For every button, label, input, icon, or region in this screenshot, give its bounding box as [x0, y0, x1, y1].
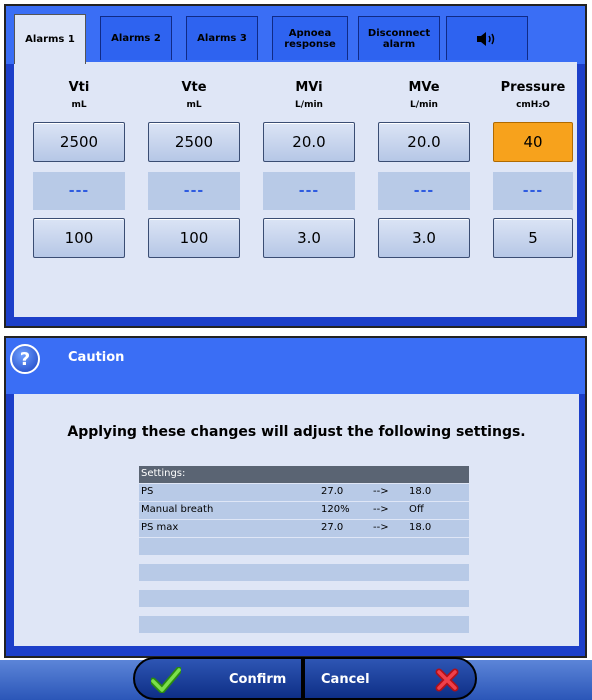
mve-high-limit-button[interactable]: 20.0 — [378, 122, 470, 162]
dialog-body: Applying these changes will adjust the f… — [14, 394, 579, 646]
setting-old-value: 27.0 — [321, 486, 344, 497]
column-name: MVe — [408, 80, 440, 95]
pressure-current-value: --- — [493, 172, 573, 210]
vti-low-limit-button[interactable]: 100 — [33, 218, 125, 258]
vte-current-value: --- — [148, 172, 240, 210]
mvi-low-limit-button[interactable]: 3.0 — [263, 218, 355, 258]
tab-sound[interactable] — [446, 16, 528, 60]
mve-low-limit-button[interactable]: 3.0 — [378, 218, 470, 258]
settings-header-label: Settings: — [141, 468, 186, 479]
confirm-cancel-group: Confirm Cancel — [133, 657, 477, 700]
settings-table-header: Settings: — [139, 466, 469, 483]
confirm-button[interactable]: Confirm — [133, 657, 303, 700]
setting-old-value: 120% — [321, 504, 350, 515]
tab-label: Apnoea response — [284, 27, 336, 50]
tab-label: Alarms 1 — [25, 34, 75, 45]
settings-row-empty — [139, 590, 469, 607]
vte-low-limit-button[interactable]: 100 — [148, 218, 240, 258]
cancel-label: Cancel — [321, 672, 370, 687]
setting-arrow: --> — [373, 522, 389, 533]
tab-label: Disconnect alarm — [367, 27, 431, 50]
settings-row: Manual breath 120% --> Off — [139, 502, 469, 519]
mvi-current-value: --- — [263, 172, 355, 210]
setting-name: Manual breath — [141, 504, 214, 515]
cancel-button[interactable]: Cancel — [303, 657, 477, 700]
tab-apnoea-response[interactable]: Apnoea response — [272, 16, 348, 60]
tab-label: Alarms 2 — [111, 33, 161, 44]
settings-table: Settings: PS 27.0 --> 18.0 Manual breath… — [139, 466, 469, 634]
column-unit: L/min — [410, 100, 438, 110]
help-icon: ? — [10, 344, 40, 374]
close-icon — [435, 668, 459, 696]
setting-arrow: --> — [373, 504, 389, 515]
column-name: Vti — [68, 80, 90, 95]
column-unit: mL — [186, 100, 202, 110]
confirm-label: Confirm — [229, 672, 287, 687]
caution-dialog: ? Caution Applying these changes will ad… — [4, 336, 587, 658]
dialog-header: ? Caution — [6, 338, 585, 394]
column-unit: mL — [71, 100, 87, 110]
mve-current-value: --- — [378, 172, 470, 210]
column-unit: cmH₂O — [516, 100, 550, 110]
alarms-panel: Alarms 1 Alarms 2 Alarms 3 Apnoea respon… — [4, 4, 587, 328]
settings-row: PS 27.0 --> 18.0 — [139, 484, 469, 501]
column-name: Vte — [181, 80, 207, 95]
tab-label: Alarms 3 — [197, 33, 247, 44]
setting-arrow: --> — [373, 486, 389, 497]
setting-new-value: 18.0 — [409, 522, 432, 533]
tab-bar: Alarms 1 Alarms 2 Alarms 3 Apnoea respon… — [6, 6, 585, 64]
alarm-settings-area: Vti mL 2500 --- 100 Vte mL 2500 --- 100 … — [14, 62, 577, 317]
tab-alarms-2[interactable]: Alarms 2 — [100, 16, 172, 60]
column-name: MVi — [295, 80, 323, 95]
tab-disconnect-alarm[interactable]: Disconnect alarm — [358, 16, 440, 60]
settings-row-empty — [139, 538, 469, 555]
settings-row-empty — [139, 564, 469, 581]
setting-new-value: 18.0 — [409, 486, 432, 497]
pressure-high-limit-button[interactable]: 40 — [493, 122, 573, 162]
checkmark-icon — [149, 666, 183, 697]
setting-new-value: Off — [409, 504, 424, 515]
dialog-title: Caution — [68, 350, 125, 365]
settings-row: PS max 27.0 --> 18.0 — [139, 520, 469, 537]
pressure-low-limit-button[interactable]: 5 — [493, 218, 573, 258]
vti-high-limit-button[interactable]: 2500 — [33, 122, 125, 162]
tab-alarms-1[interactable]: Alarms 1 — [14, 14, 86, 64]
speaker-icon — [476, 31, 498, 46]
settings-row-empty — [139, 616, 469, 633]
setting-old-value: 27.0 — [321, 522, 344, 533]
dialog-message: Applying these changes will adjust the f… — [67, 424, 526, 440]
column-name: Pressure — [500, 80, 566, 95]
setting-name: PS — [141, 486, 154, 497]
tab-alarms-3[interactable]: Alarms 3 — [186, 16, 258, 60]
vti-current-value: --- — [33, 172, 125, 210]
vte-high-limit-button[interactable]: 2500 — [148, 122, 240, 162]
column-unit: L/min — [295, 100, 323, 110]
mvi-high-limit-button[interactable]: 20.0 — [263, 122, 355, 162]
setting-name: PS max — [141, 522, 179, 533]
